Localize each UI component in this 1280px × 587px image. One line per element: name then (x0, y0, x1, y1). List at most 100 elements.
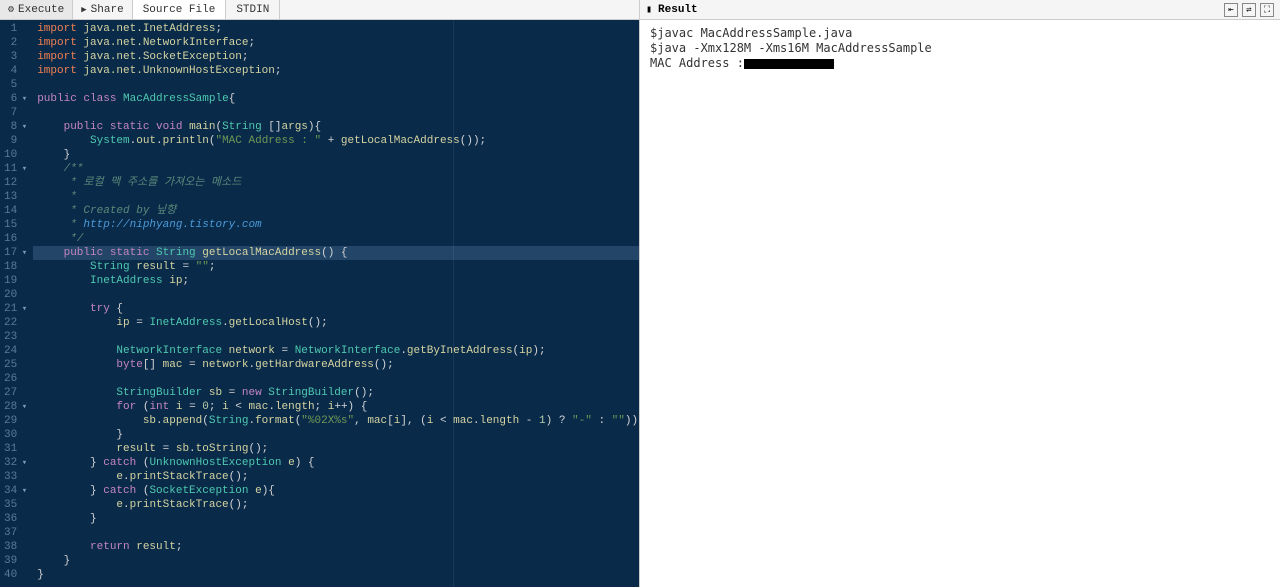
code-line[interactable]: return result; (33, 540, 639, 554)
code-line[interactable]: System.out.println("MAC Address : " + ge… (33, 134, 639, 148)
code-line[interactable] (33, 372, 639, 386)
code-line[interactable]: } (33, 428, 639, 442)
code-line[interactable]: InetAddress ip; (33, 274, 639, 288)
fold-toggle[interactable]: ▾ (19, 302, 27, 316)
gutter-line: 37 (4, 526, 27, 540)
result-output[interactable]: $javac MacAddressSample.java $java -Xmx1… (640, 20, 1280, 587)
code-area[interactable]: import java.net.InetAddress;import java.… (33, 20, 639, 587)
code-line[interactable]: * 로컬 맥 주소를 가져오는 메소드 (33, 176, 639, 190)
code-line[interactable]: StringBuilder sb = new StringBuilder(); (33, 386, 639, 400)
gutter-line: 22 (4, 316, 27, 330)
result-window-controls: ⇤ ⇌ ⛶ (1224, 3, 1274, 17)
redacted-mac (744, 59, 834, 69)
code-line[interactable]: public class MacAddressSample{ (33, 92, 639, 106)
result-line: MAC Address : (650, 56, 1270, 71)
fold-toggle[interactable]: ▾ (19, 456, 27, 470)
code-line[interactable]: import java.net.InetAddress; (33, 22, 639, 36)
code-line[interactable]: public static void main(String []args){ (33, 120, 639, 134)
code-line[interactable] (33, 330, 639, 344)
code-line[interactable]: try { (33, 302, 639, 316)
gutter-line: 13 (4, 190, 27, 204)
gutter-line: 6▾ (4, 92, 27, 106)
source-file-label: Source File (143, 4, 216, 16)
gutter-line: 26 (4, 372, 27, 386)
code-line[interactable]: for (int i = 0; i < mac.length; i++) { (33, 400, 639, 414)
code-line[interactable] (33, 78, 639, 92)
share-icon (81, 4, 86, 16)
result-title: Result (658, 4, 698, 16)
fold-toggle[interactable]: ▾ (19, 162, 27, 176)
code-line[interactable]: sb.append(String.format("%02X%s", mac[i]… (33, 414, 639, 428)
code-line[interactable] (33, 526, 639, 540)
code-line[interactable]: */ (33, 232, 639, 246)
gutter-line: 24 (4, 344, 27, 358)
code-line[interactable] (33, 288, 639, 302)
result-line: $javac MacAddressSample.java (650, 26, 1270, 41)
expand-icon[interactable]: ⛶ (1260, 3, 1274, 17)
fold-toggle[interactable]: ▾ (19, 484, 27, 498)
gutter-line: 5 (4, 78, 27, 92)
gutter-line: 23 (4, 330, 27, 344)
code-line[interactable]: import java.net.UnknownHostException; (33, 64, 639, 78)
code-line[interactable]: } (33, 568, 639, 582)
gutter-line: 31 (4, 442, 27, 456)
gutter-line: 17▾ (4, 246, 27, 260)
code-line[interactable]: byte[] mac = network.getHardwareAddress(… (33, 358, 639, 372)
code-line[interactable]: } catch (UnknownHostException e) { (33, 456, 639, 470)
code-line[interactable] (33, 106, 639, 120)
result-pane: Result ⇤ ⇌ ⛶ $javac MacAddressSample.jav… (640, 0, 1280, 587)
code-line[interactable]: /** (33, 162, 639, 176)
gutter-line: 12 (4, 176, 27, 190)
fold-toggle[interactable]: ▾ (19, 400, 27, 414)
gutter-line: 34▾ (4, 484, 27, 498)
gutter-line: 40 (4, 568, 27, 582)
gutter-line: 1 (4, 22, 27, 36)
gutter-line: 18 (4, 260, 27, 274)
code-line[interactable]: } catch (SocketException e){ (33, 484, 639, 498)
code-line[interactable]: e.printStackTrace(); (33, 498, 639, 512)
code-editor[interactable]: 123456▾78▾91011▾121314151617▾18192021▾22… (0, 20, 639, 587)
gears-icon (8, 4, 14, 16)
code-line[interactable]: * (33, 190, 639, 204)
gutter-line: 14 (4, 204, 27, 218)
code-line[interactable]: * http://niphyang.tistory.com (33, 218, 639, 232)
code-line[interactable]: } (33, 512, 639, 526)
gutter-line: 11▾ (4, 162, 27, 176)
code-line[interactable]: result = sb.toString(); (33, 442, 639, 456)
share-button[interactable]: Share (73, 0, 132, 19)
result-header: Result ⇤ ⇌ ⛶ (640, 0, 1280, 20)
fold-toggle[interactable]: ▾ (19, 120, 27, 134)
collapse-left-icon[interactable]: ⇤ (1224, 3, 1238, 17)
collapse-icon[interactable]: ⇌ (1242, 3, 1256, 17)
tab-source-file[interactable]: Source File (133, 0, 227, 19)
gutter-line: 33 (4, 470, 27, 484)
share-label: Share (91, 4, 124, 16)
gutter-line: 7 (4, 106, 27, 120)
gutter-line: 35 (4, 498, 27, 512)
tab-stdin[interactable]: STDIN (226, 0, 280, 19)
code-line[interactable]: } (33, 148, 639, 162)
code-line[interactable]: import java.net.NetworkInterface; (33, 36, 639, 50)
code-line[interactable]: e.printStackTrace(); (33, 470, 639, 484)
fold-toggle[interactable]: ▾ (19, 246, 27, 260)
gutter-line: 3 (4, 50, 27, 64)
code-line[interactable]: import java.net.SocketException; (33, 50, 639, 64)
code-line[interactable]: * Created by 닢향 (33, 204, 639, 218)
code-line[interactable]: ip = InetAddress.getLocalHost(); (33, 316, 639, 330)
fold-toggle[interactable]: ▾ (19, 92, 27, 106)
gutter-line: 2 (4, 36, 27, 50)
editor-pane: Execute Share Source File STDIN 123456▾7… (0, 0, 640, 587)
editor-toolbar: Execute Share Source File STDIN (0, 0, 639, 20)
result-title-group: Result (646, 4, 698, 16)
code-line[interactable]: } (33, 554, 639, 568)
code-line[interactable]: String result = ""; (33, 260, 639, 274)
gutter-line: 32▾ (4, 456, 27, 470)
stdin-label: STDIN (236, 4, 269, 16)
gutter-line: 15 (4, 218, 27, 232)
gutter-line: 10 (4, 148, 27, 162)
code-line[interactable]: NetworkInterface network = NetworkInterf… (33, 344, 639, 358)
execute-button[interactable]: Execute (0, 0, 73, 19)
code-line[interactable]: public static String getLocalMacAddress(… (33, 246, 639, 260)
gutter-line: 21▾ (4, 302, 27, 316)
gutter-line: 29 (4, 414, 27, 428)
